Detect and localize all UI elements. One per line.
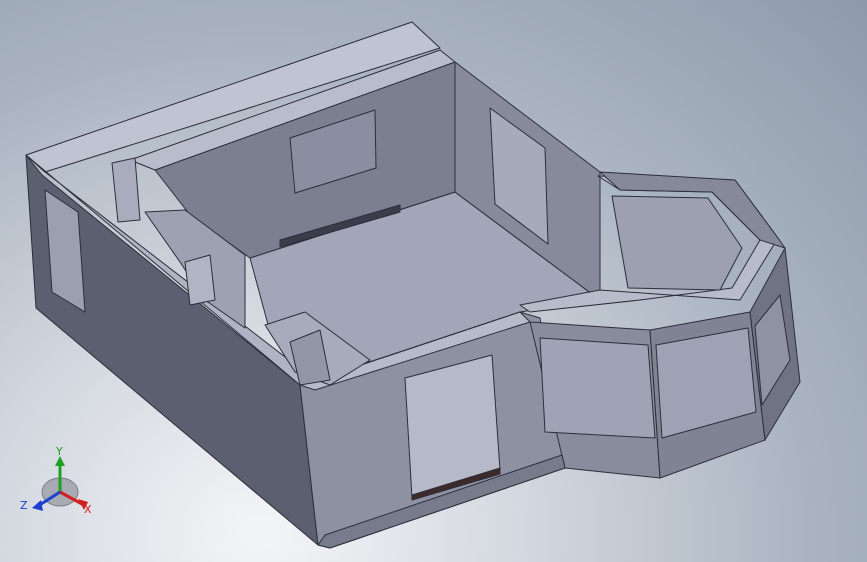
house-3d-model[interactable] (0, 0, 867, 562)
bay-window-1 (539, 337, 656, 439)
partition-a (111, 157, 141, 223)
y-axis-label: Y (56, 445, 63, 458)
z-axis-label: Z (20, 499, 28, 512)
partition-c (184, 254, 216, 306)
bay-window-4 (611, 195, 743, 291)
x-axis-label: X (84, 503, 92, 516)
graphics-viewport[interactable]: Y X Z (0, 0, 867, 562)
axis-triad-icon: Y X Z (14, 444, 98, 528)
